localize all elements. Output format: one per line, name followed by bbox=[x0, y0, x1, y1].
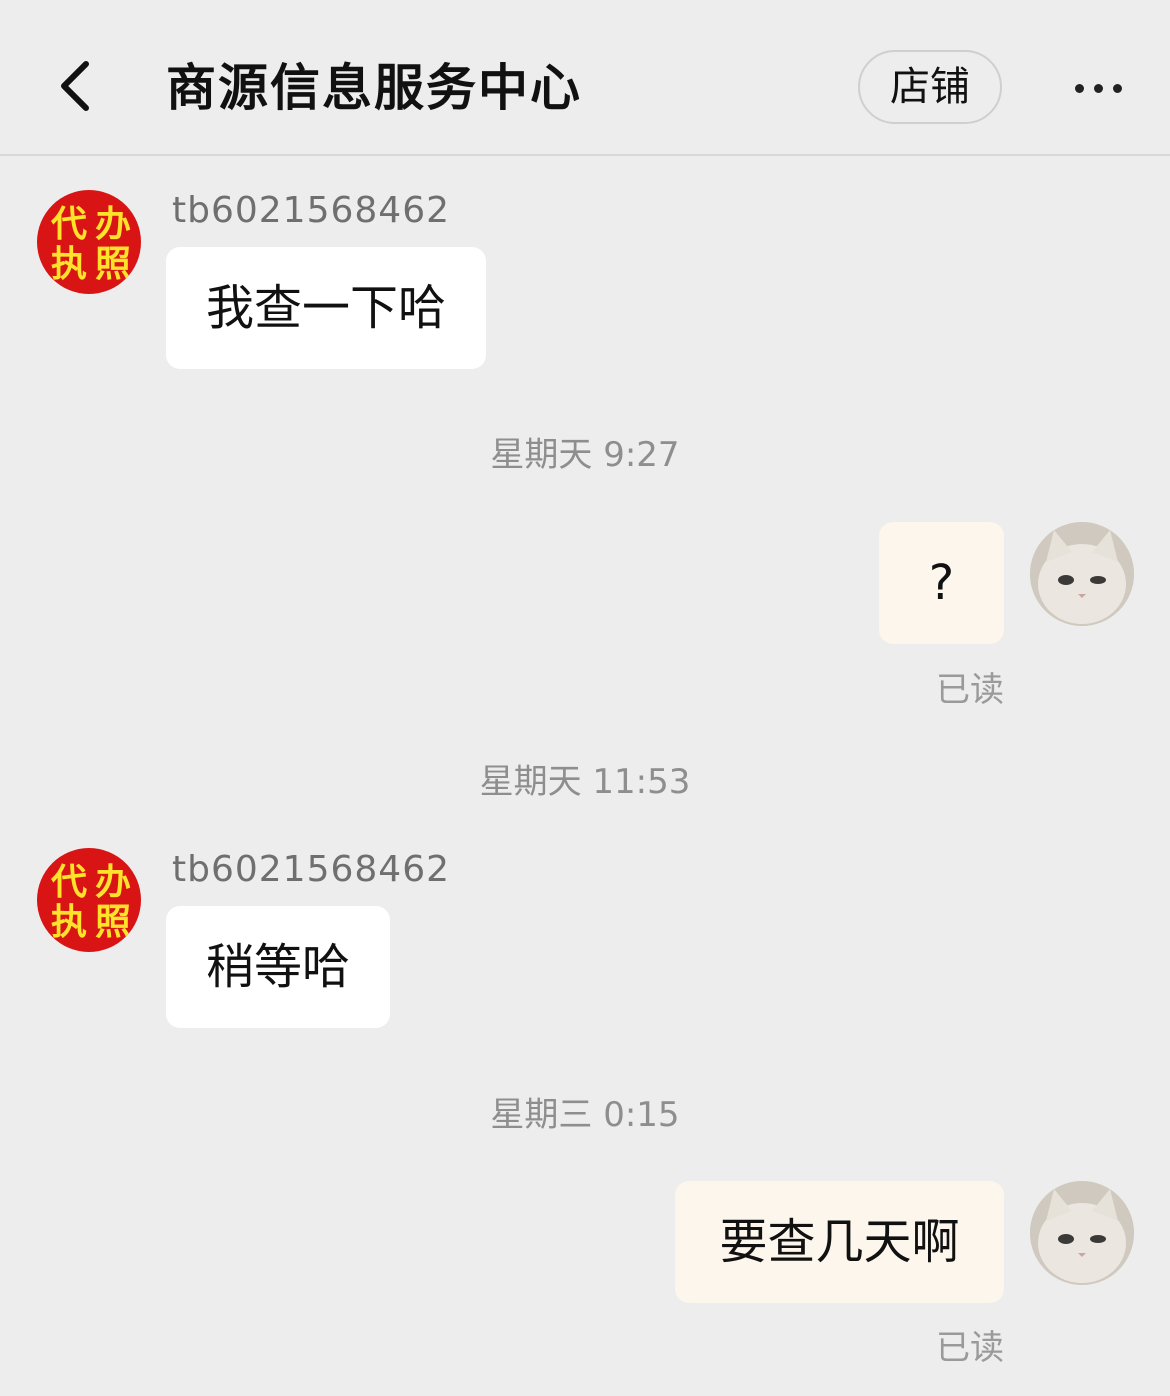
user-avatar[interactable] bbox=[1030, 522, 1134, 626]
read-status: 已读 bbox=[936, 670, 1004, 710]
avatar-char: 执 bbox=[50, 243, 87, 285]
chevron-left-icon bbox=[61, 61, 89, 111]
shop-avatar[interactable]: 代 办 执 照 bbox=[37, 848, 141, 952]
message-bubble-outgoing[interactable]: 要查几天啊 bbox=[675, 1181, 1004, 1303]
avatar-char: 代 bbox=[50, 861, 87, 903]
more-button[interactable] bbox=[1058, 60, 1138, 116]
avatar-char: 办 bbox=[94, 861, 131, 903]
read-status: 已读 bbox=[936, 1328, 1004, 1368]
avatar-char: 照 bbox=[94, 901, 131, 943]
message-bubble-incoming[interactable]: 稍等哈 bbox=[166, 906, 391, 1028]
message-timestamp: 星期三 0:15 bbox=[490, 1095, 680, 1135]
page-title: 商源信息服务中心 bbox=[166, 59, 582, 117]
more-dots-icon bbox=[1112, 83, 1122, 93]
message-timestamp: 星期天 9:27 bbox=[490, 435, 680, 475]
user-avatar[interactable] bbox=[1030, 1181, 1134, 1285]
message-timestamp: 星期天 11:53 bbox=[479, 762, 691, 802]
avatar-char: 代 bbox=[50, 203, 87, 245]
sender-name: tb6021568462 bbox=[172, 190, 451, 231]
back-button[interactable] bbox=[44, 50, 108, 122]
chat-header: 商源信息服务中心 店铺 bbox=[0, 0, 1170, 156]
message-bubble-incoming[interactable]: 我查一下哈 bbox=[166, 247, 487, 369]
sender-name: tb6021568462 bbox=[172, 849, 451, 890]
avatar-char: 执 bbox=[50, 901, 87, 943]
more-dots-icon bbox=[1074, 83, 1084, 93]
more-dots-icon bbox=[1093, 83, 1103, 93]
avatar-char: 照 bbox=[94, 243, 131, 285]
cat-avatar-icon bbox=[1030, 522, 1134, 626]
shop-avatar[interactable]: 代 办 执 照 bbox=[37, 190, 141, 294]
shop-button[interactable]: 店铺 bbox=[858, 50, 1002, 124]
avatar-char: 办 bbox=[94, 203, 131, 245]
cat-avatar-icon bbox=[1030, 1181, 1134, 1285]
message-bubble-outgoing[interactable]: ? bbox=[879, 522, 1004, 644]
